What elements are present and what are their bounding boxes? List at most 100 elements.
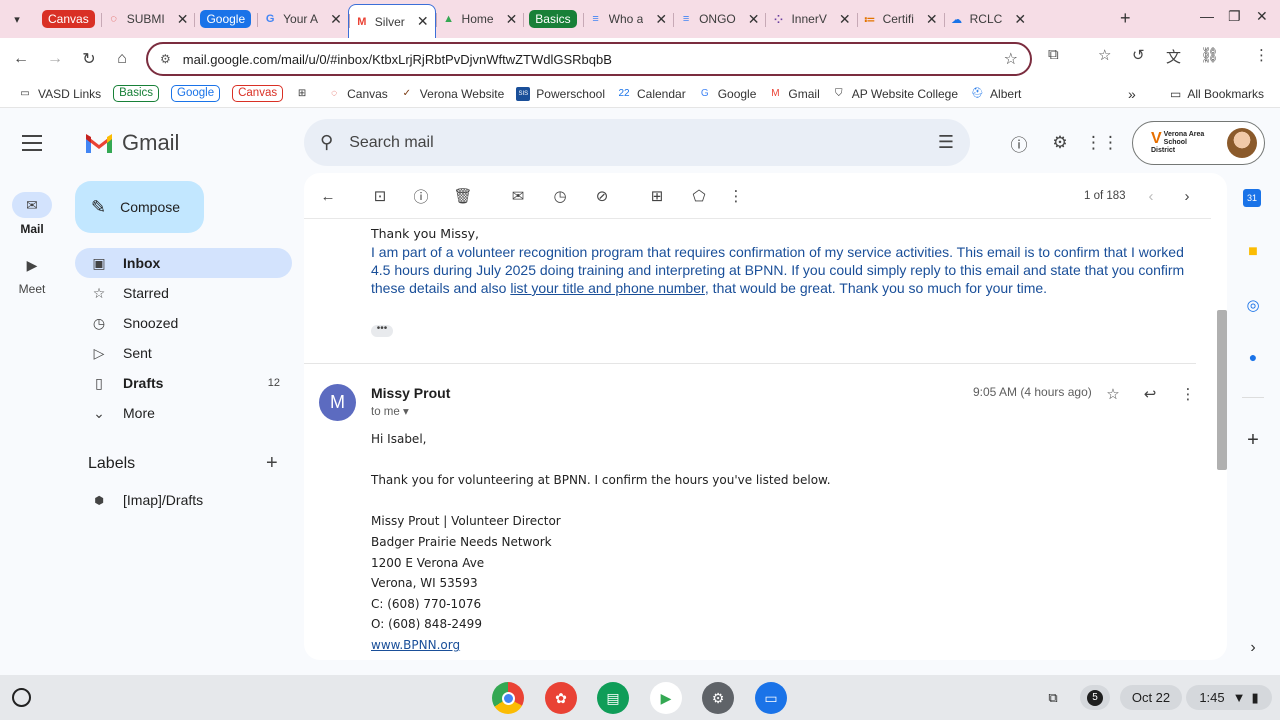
scrollbar-thumb[interactable] (1217, 310, 1227, 470)
address-bar[interactable]: ⚙ mail.google.com/mail/u/0/#inbox/KtbxLr… (146, 42, 1032, 76)
notification-badge[interactable]: 5 (1080, 685, 1110, 710)
sender-avatar[interactable]: M (319, 384, 356, 421)
reload-icon[interactable]: ↻ (72, 42, 106, 76)
tab-close-icon[interactable]: ✕ (655, 11, 667, 28)
os-settings-icon[interactable]: ⚙ (702, 682, 734, 714)
newer-chevron-icon[interactable]: ‹ (1141, 186, 1161, 206)
bookmark-item[interactable]: ⛉ AP Website College (832, 87, 958, 101)
contacts-icon[interactable]: ● (1243, 347, 1263, 367)
nav-item-more[interactable]: ⌄ More (75, 398, 292, 428)
account-switcher[interactable]: V Verona Area School District (1132, 121, 1265, 165)
gmail-logo[interactable]: Gmail (84, 130, 179, 156)
label-imap-drafts[interactable]: ⬢ [Imap]/Drafts (75, 485, 292, 515)
bookmark-item[interactable]: ✓ Verona Website (400, 87, 505, 101)
tab-group-label[interactable]: Canvas (42, 10, 95, 28)
site-info-icon[interactable]: ⚙ (160, 52, 171, 66)
delete-trash-icon[interactable]: 🗑 (453, 186, 473, 206)
browser-tab[interactable]: ☁ RCLC ✕ (943, 4, 1032, 34)
search-bar[interactable]: ⚲ Search mail ☰ (304, 119, 970, 166)
extensions-icon[interactable]: ⧉ (1048, 46, 1059, 63)
nav-item-inbox[interactable]: ▣ Inbox (75, 248, 292, 278)
bookmark-item[interactable]: G Google (698, 87, 757, 101)
expand-side-panel-icon[interactable]: › (1243, 638, 1263, 658)
reading-list-icon[interactable]: ☆ (1098, 46, 1111, 64)
tab-close-icon[interactable]: ✕ (926, 11, 938, 28)
tab-close-icon[interactable]: ✕ (417, 13, 429, 30)
bookmark-item[interactable]: ⊞ (295, 87, 315, 101)
holding-space-icon[interactable]: ⧉ (1040, 685, 1066, 710)
tab-group-label[interactable]: Basics (529, 10, 577, 28)
add-task-icon[interactable]: ⊘ (592, 186, 612, 206)
bookmark-item[interactable]: ▭ VASD Links (18, 87, 101, 101)
reply-icon[interactable]: ↩ (1141, 385, 1159, 403)
apps-grid-icon[interactable]: ⋮⋮ (1085, 131, 1119, 155)
keep-icon[interactable]: ■ (1243, 242, 1263, 262)
bookmark-item[interactable]: ⛑ Albert (970, 87, 1022, 101)
browser-tab[interactable]: M Silver ✕ (347, 4, 436, 38)
star-message-icon[interactable]: ☆ (1104, 385, 1122, 403)
forward-arrow-icon[interactable]: → (38, 42, 72, 76)
bookmark-item[interactable]: ◌ Canvas (327, 87, 388, 101)
main-menu-icon[interactable] (20, 132, 44, 154)
bookmark-item[interactable]: Google (171, 85, 221, 102)
canvas-paint-icon[interactable]: ✿ (545, 682, 577, 714)
tab-close-icon[interactable]: ✕ (506, 11, 518, 28)
browser-tab[interactable]: ⁘ InnerV ✕ (765, 4, 856, 34)
website-link[interactable]: www.BPNN.org (371, 638, 460, 652)
browser-tab[interactable]: ≔ Certifi ✕ (856, 4, 944, 34)
back-to-inbox-icon[interactable]: ← (318, 186, 338, 206)
bookmark-item[interactable]: M Gmail (768, 87, 820, 101)
browser-tab[interactable]: Canvas (36, 4, 101, 34)
show-trimmed-content-button[interactable]: ••• (371, 324, 393, 337)
recipient-details[interactable]: to me ▾ (371, 404, 409, 418)
bookmark-item[interactable]: Canvas (232, 85, 284, 102)
files-icon[interactable]: ▭ (755, 682, 787, 714)
tab-close-icon[interactable]: ✕ (748, 11, 760, 28)
snooze-clock-icon[interactable]: ◷ (550, 186, 570, 206)
message-more-icon[interactable]: ⋮ (1179, 385, 1197, 403)
browser-tab[interactable]: ≡ Who a ✕ (582, 4, 673, 34)
nav-item-sent[interactable]: ▷ Sent (75, 338, 292, 368)
browser-tab[interactable]: ◌ SUBMI ✕ (100, 4, 195, 34)
mark-unread-icon[interactable]: ✉ (508, 186, 528, 206)
sender-name[interactable]: Missy Prout (371, 385, 450, 401)
tab-search-chevron-icon[interactable]: ▾ (6, 8, 28, 30)
history-icon[interactable]: ↺ (1132, 46, 1145, 64)
translate-icon[interactable]: 文 (1166, 46, 1181, 67)
nav-item-starred[interactable]: ☆ Starred (75, 278, 292, 308)
browser-tab[interactable]: ▲ Home ✕ (435, 4, 524, 34)
tab-close-icon[interactable]: ✕ (330, 11, 342, 28)
date-tray[interactable]: Oct 22 (1120, 685, 1182, 710)
all-bookmarks[interactable]: ▭ All Bookmarks (1170, 87, 1264, 101)
calendar-icon[interactable]: 31 (1243, 189, 1261, 207)
bookmark-item[interactable]: SIS Powerschool (516, 86, 605, 101)
launcher-icon[interactable] (12, 688, 31, 707)
add-label-plus-icon[interactable]: + (266, 452, 278, 475)
move-to-folder-icon[interactable]: ⊞ (647, 186, 667, 206)
browser-tab[interactable]: Basics (523, 4, 582, 34)
bookmark-item[interactable]: Basics (113, 85, 160, 102)
get-addons-plus-icon[interactable]: + (1243, 429, 1263, 451)
support-icon[interactable]: ⓘ (1007, 131, 1031, 155)
profile-avatar[interactable] (1227, 128, 1257, 158)
rail-mail[interactable]: ✉ Mail (0, 192, 64, 236)
bookmark-item[interactable]: 22 Calendar (617, 87, 685, 101)
nav-item-drafts[interactable]: ▯ Drafts 12 (75, 368, 292, 398)
search-options-icon[interactable]: ☰ (938, 132, 954, 153)
new-tab-plus-icon[interactable]: + (1120, 8, 1131, 29)
report-spam-icon[interactable]: ⓘ (411, 186, 431, 206)
browser-tab[interactable]: Google (194, 4, 257, 34)
search-icon[interactable]: ⚲ (320, 132, 333, 153)
compose-button[interactable]: ✎ Compose (75, 181, 204, 233)
nav-item-snoozed[interactable]: ◷ Snoozed (75, 308, 292, 338)
chrome-menu-icon[interactable]: ⋮ (1254, 46, 1269, 64)
minimize-icon[interactable]: — (1200, 8, 1214, 24)
browser-tab[interactable]: ≡ ONGO ✕ (673, 4, 765, 34)
tab-close-icon[interactable]: ✕ (177, 11, 189, 28)
rail-meet[interactable]: ▶ Meet (0, 252, 64, 297)
quoted-link[interactable]: list your title and phone number (510, 280, 705, 296)
play-store-icon[interactable]: ▶ (650, 682, 682, 714)
back-arrow-icon[interactable]: ← (4, 42, 38, 76)
more-actions-icon[interactable]: ⋮ (726, 186, 746, 206)
older-chevron-icon[interactable]: › (1177, 186, 1197, 206)
